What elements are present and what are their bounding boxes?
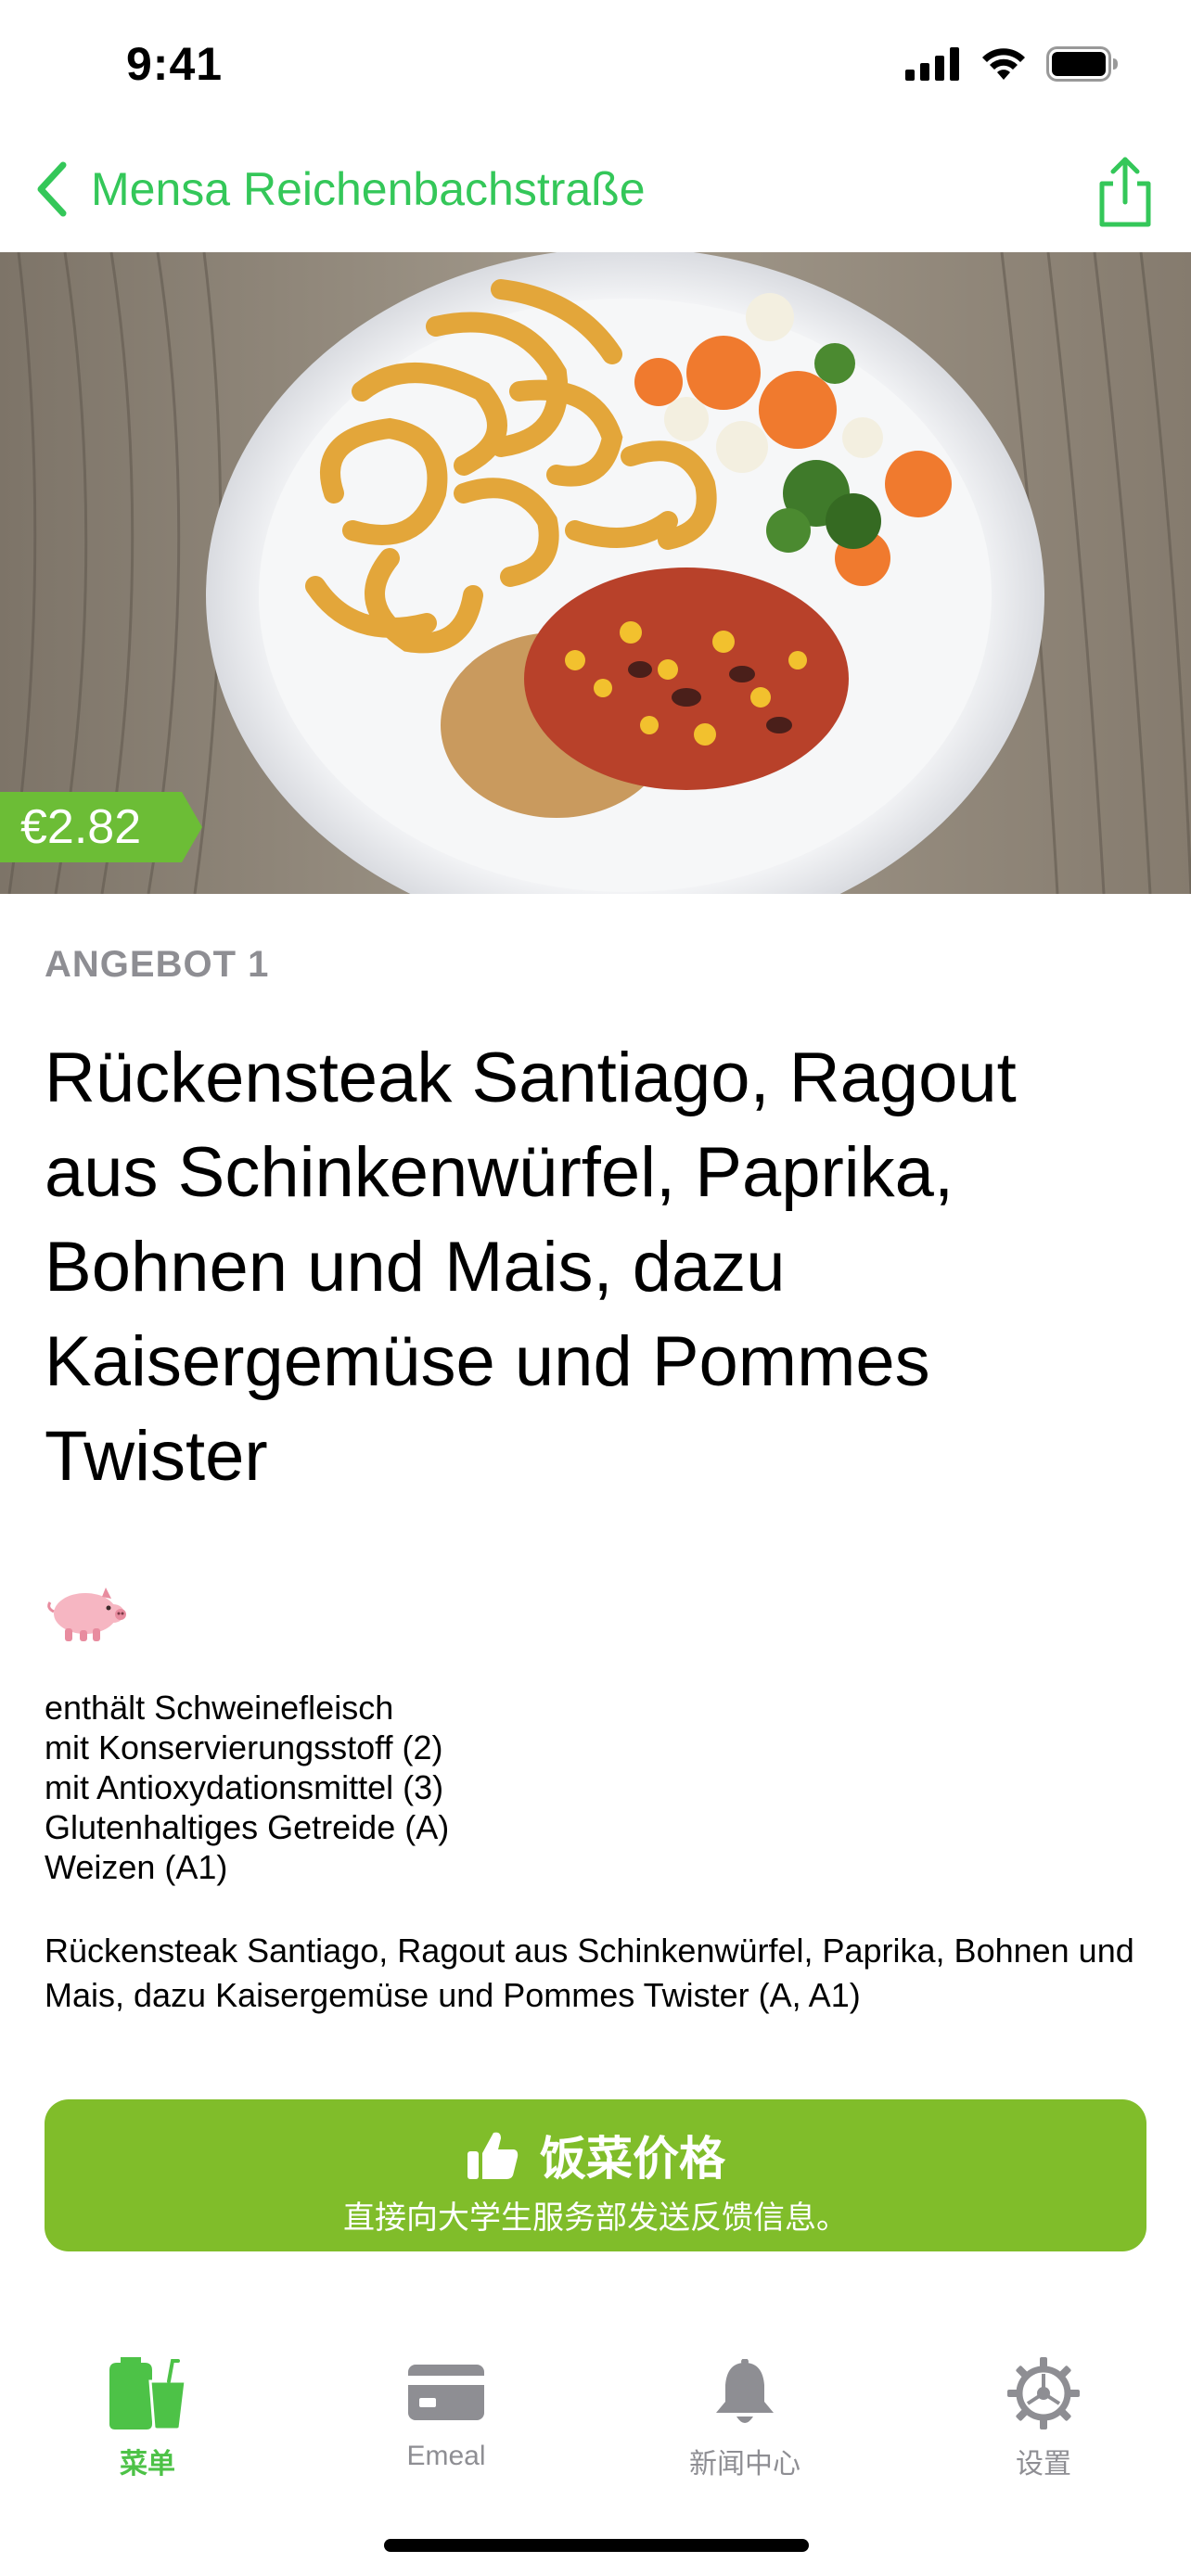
share-icon[interactable]: [1093, 156, 1158, 230]
wifi-icon: [982, 48, 1025, 80]
battery-icon: [1046, 46, 1118, 82]
tab-label: 新闻中心: [689, 2449, 800, 2480]
tab-menu[interactable]: 菜单: [55, 2337, 240, 2480]
allergen-item: Glutenhaltiges Getreide (A): [45, 1808, 450, 1846]
card-icon: [408, 2365, 484, 2420]
allergen-item: mit Konservierungsstoff (2): [45, 1728, 443, 1766]
offer-label: ANGEBOT 1: [45, 944, 270, 985]
back-button[interactable]: Mensa Reichenbachstraße: [33, 159, 646, 219]
tab-news[interactable]: 新闻中心: [652, 2337, 838, 2480]
price-badge: €2.82: [0, 792, 204, 862]
allergen-item: mit Antioxydationsmittel (3): [45, 1768, 444, 1806]
allergen-item: Weizen (A1): [45, 1848, 228, 1886]
pig-icon: [47, 1588, 126, 1641]
price-label: €2.82: [20, 800, 142, 854]
food-icon: [109, 2357, 187, 2431]
back-label: Mensa Reichenbachstraße: [91, 163, 646, 215]
tab-bar: 菜单 Emeal 新闻中心 设置: [0, 2337, 1191, 2480]
allergen-item: enthält Schweinefleisch: [45, 1689, 394, 1727]
home-indicator[interactable]: [384, 2539, 809, 2552]
rate-meal-button[interactable]: 饭菜价格 直接向大学生服务部发送反馈信息。: [45, 2099, 1146, 2251]
rate-button-title: 饭菜价格: [540, 2133, 725, 2185]
bell-icon: [716, 2359, 774, 2423]
gear-icon: [1007, 2357, 1080, 2429]
dish-description: Rückensteak Santiago, Ragout aus Schinke…: [45, 1932, 1134, 2014]
status-time: 9:41: [126, 38, 224, 90]
rate-button-subtitle: 直接向大学生服务部发送反馈信息。: [343, 2200, 848, 2236]
tab-emeal[interactable]: Emeal: [353, 2337, 539, 2476]
tab-label: Emeal: [406, 2441, 486, 2471]
rate-button-row: 饭菜价格: [45, 2122, 1146, 2188]
meal-photo: €2.82: [0, 252, 1191, 894]
chevron-left-icon: [37, 161, 67, 217]
cellular-signal-icon: [905, 47, 959, 81]
allergen-list: enthält Schweinefleisch mit Konservierun…: [45, 1688, 449, 1887]
tab-label: 菜单: [120, 2449, 175, 2480]
dish-title: Rückensteak Santiago, Ragout aus Schinke…: [45, 1039, 1017, 1496]
thumbs-up-icon: [467, 2132, 519, 2179]
tab-settings[interactable]: 设置: [951, 2337, 1136, 2480]
status-icons: [905, 46, 1119, 82]
tab-label: 设置: [1016, 2449, 1071, 2480]
status-bar: 9:41: [0, 0, 1191, 130]
navigation-bar: Mensa Reichenbachstraße: [0, 139, 1191, 250]
